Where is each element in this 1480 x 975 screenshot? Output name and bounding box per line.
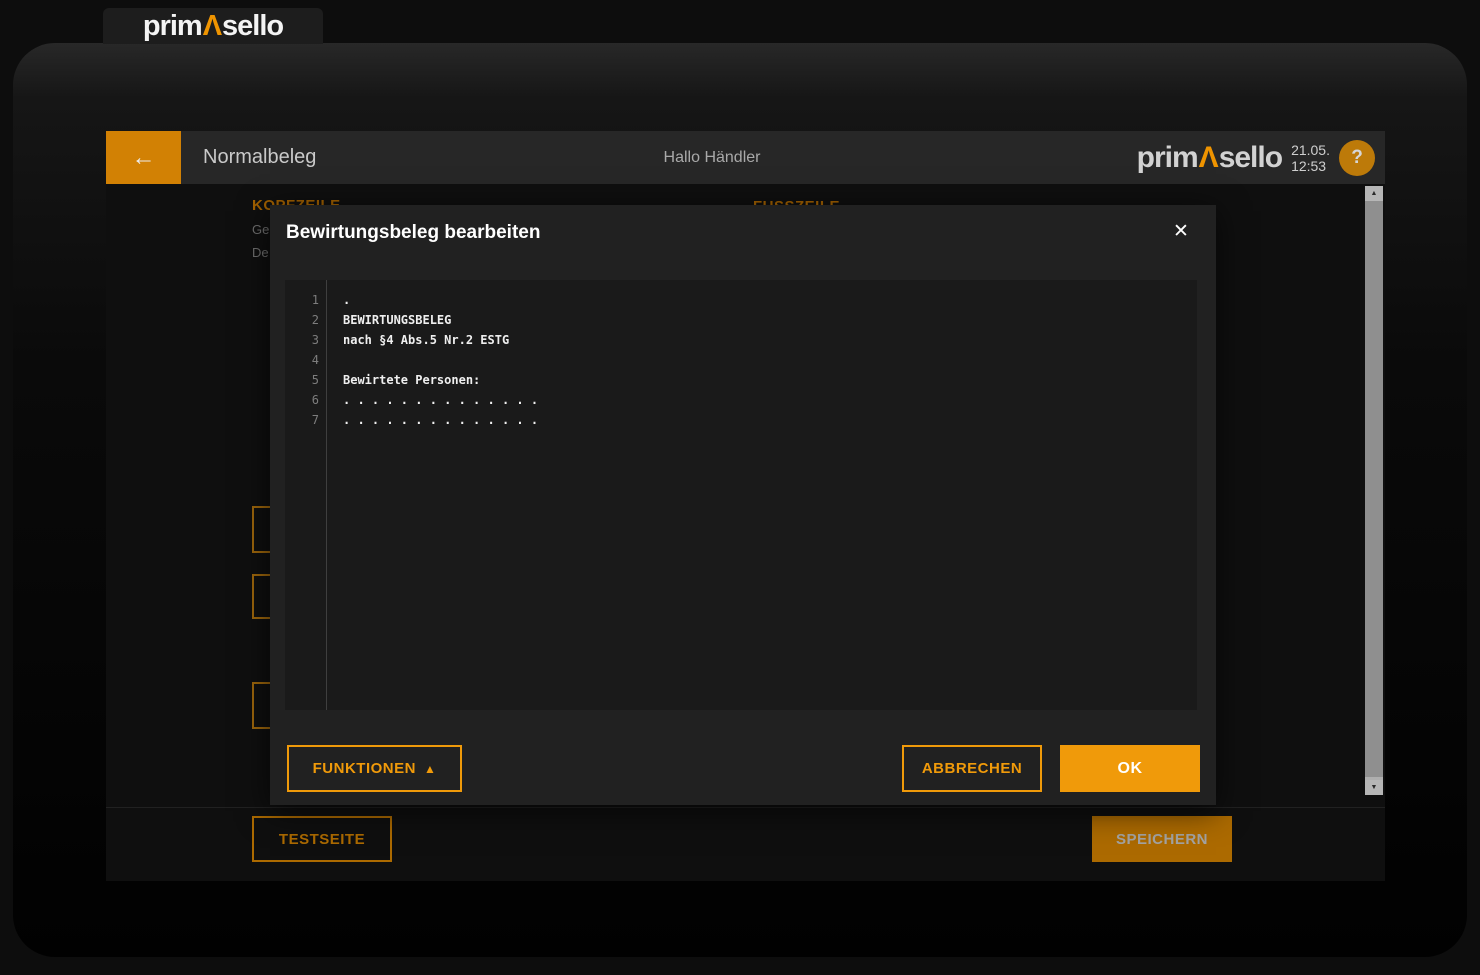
dialog-title: Bewirtungsbeleg bearbeiten	[286, 222, 540, 244]
scrollbar-down-button[interactable]: ▼	[1365, 780, 1383, 795]
line-number: 3	[285, 330, 326, 350]
logo-text-prefix: prim	[143, 10, 202, 42]
scrollbar-thumb[interactable]	[1365, 201, 1383, 777]
line-number: 7	[285, 410, 326, 430]
screen: primΛsello ← Normalbeleg Hallo Händler p…	[0, 0, 1480, 975]
logo-text-suffix: sello	[1219, 141, 1282, 174]
editor-line: .	[343, 290, 1197, 310]
page-title: Normalbeleg	[203, 131, 316, 184]
chevron-up-icon: ▲	[424, 762, 436, 776]
logo-text-prefix: prim	[1137, 141, 1198, 174]
close-button[interactable]: ✕	[1166, 217, 1196, 247]
funktionen-label: FUNKTIONEN	[313, 760, 416, 777]
editor-text-area[interactable]: . BEWIRTUNGSBELEG nach §4 Abs.5 Nr.2 EST…	[327, 280, 1197, 710]
line-number: 1	[285, 290, 326, 310]
logo-caret-icon: Λ	[1198, 141, 1219, 174]
editor-line: . . . . . . . . . . . . . .	[343, 390, 1197, 410]
line-number: 4	[285, 350, 326, 370]
app-header: ← Normalbeleg Hallo Händler primΛsello 2…	[106, 131, 1385, 184]
logo-caret-icon: Λ	[202, 10, 222, 42]
line-number: 5	[285, 370, 326, 390]
date-text: 21.05.	[1291, 142, 1330, 158]
scroll-down-icon: ▼	[1371, 784, 1378, 791]
logo-text-suffix: sello	[222, 10, 283, 42]
bewirtungsbeleg-dialog: Bewirtungsbeleg bearbeiten ✕ 1 2 3 4 5 6…	[270, 205, 1216, 805]
editor-line	[343, 350, 1197, 370]
editor-line: Bewirtete Personen:	[343, 370, 1197, 390]
editor-line: nach §4 Abs.5 Nr.2 ESTG	[343, 330, 1197, 350]
time-text: 12:53	[1291, 158, 1330, 174]
receipt-text-editor[interactable]: 1 2 3 4 5 6 7 . BEWIRTUNGSBELEG nach §4 …	[285, 280, 1197, 710]
line-number: 6	[285, 390, 326, 410]
back-button[interactable]: ←	[106, 131, 181, 184]
help-button[interactable]: ?	[1339, 140, 1375, 176]
line-number: 2	[285, 310, 326, 330]
editor-line: . . . . . . . . . . . . . .	[343, 410, 1197, 430]
header-right-group: primΛsello 21.05. 12:53 ?	[1137, 131, 1375, 184]
brand-logo-tab: primΛsello	[103, 8, 323, 44]
funktionen-dropdown-button[interactable]: FUNKTIONEN ▲	[287, 745, 462, 792]
ok-button[interactable]: OK	[1060, 745, 1200, 792]
primasello-logo: primΛsello	[143, 10, 283, 43]
editor-line: BEWIRTUNGSBELEG	[343, 310, 1197, 330]
datetime-display: 21.05. 12:53	[1291, 142, 1330, 174]
help-icon: ?	[1351, 147, 1363, 169]
scroll-up-icon: ▲	[1371, 190, 1378, 197]
line-number-gutter: 1 2 3 4 5 6 7	[285, 280, 327, 710]
primasello-logo-header: primΛsello	[1137, 141, 1282, 175]
scrollbar-up-button[interactable]: ▲	[1365, 186, 1383, 201]
greeting-text: Hallo Händler	[612, 131, 812, 184]
close-icon: ✕	[1173, 221, 1189, 242]
vertical-scrollbar[interactable]: ▲ ▼	[1365, 186, 1383, 795]
abbrechen-button[interactable]: ABBRECHEN	[902, 745, 1042, 792]
back-arrow-icon: ←	[132, 144, 156, 172]
